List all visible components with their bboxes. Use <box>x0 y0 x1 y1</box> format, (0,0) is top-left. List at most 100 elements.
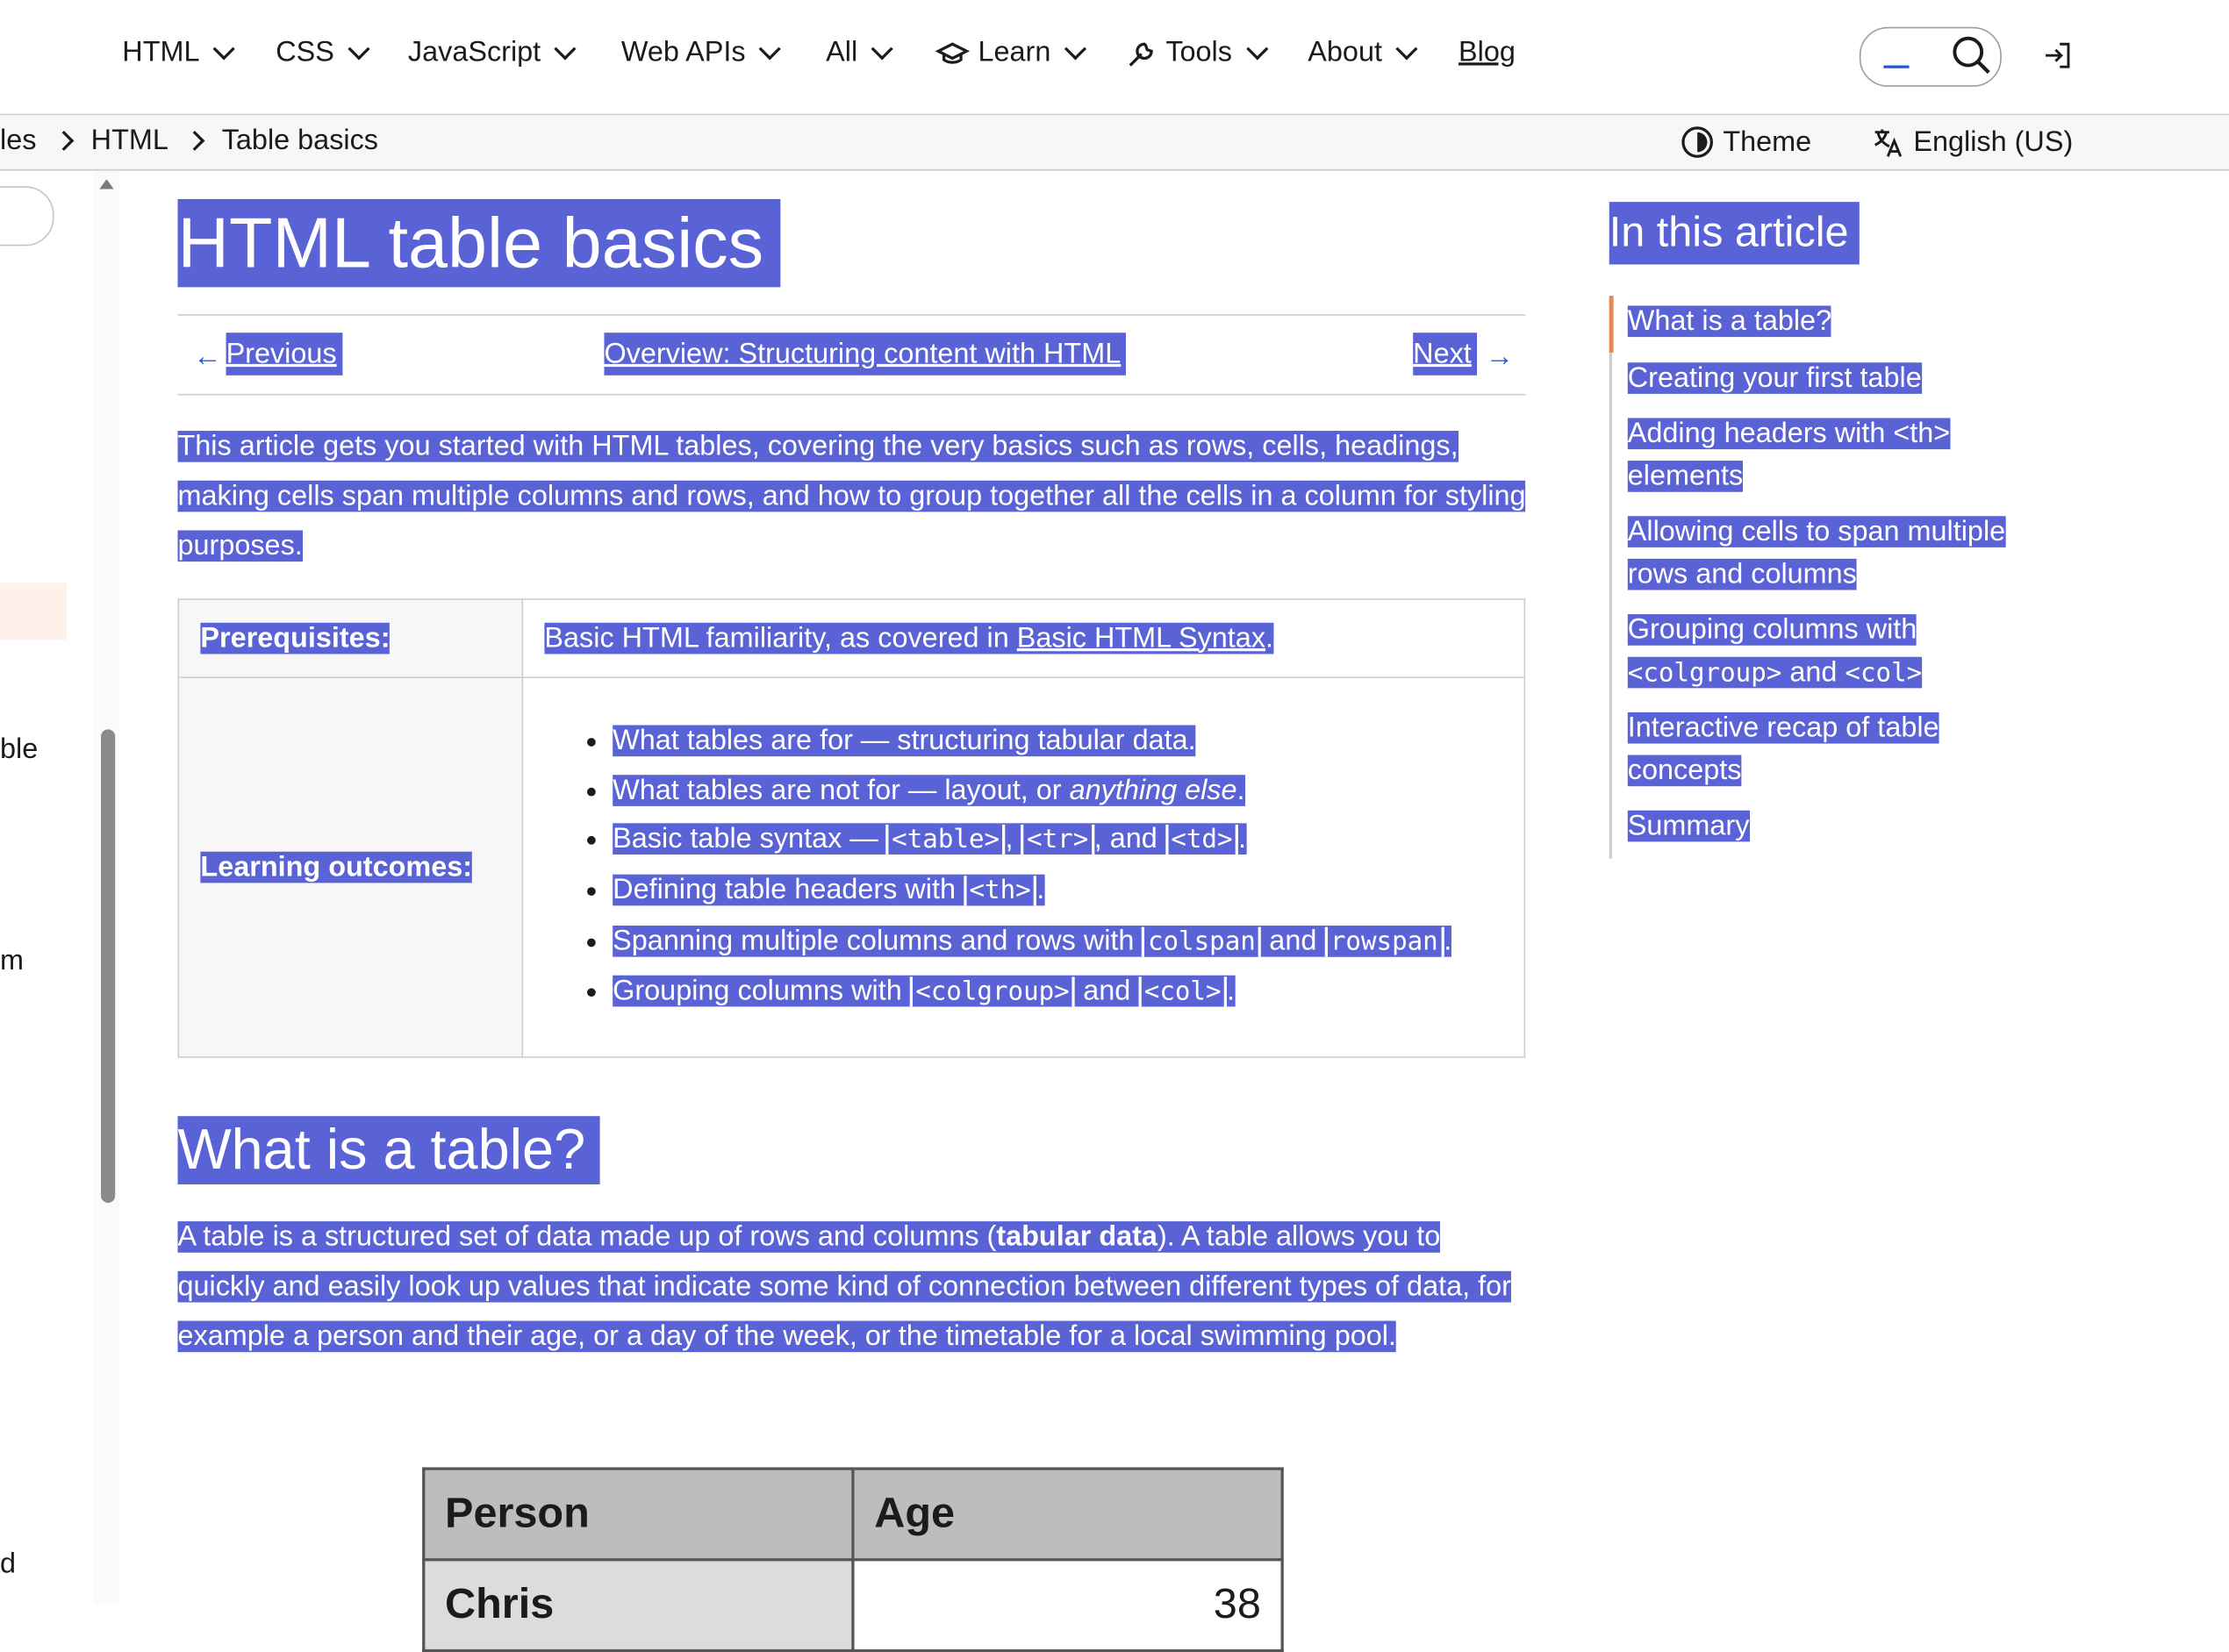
nav-about[interactable]: About <box>1308 37 1418 69</box>
top-navigation: HTML CSS JavaScript Web APIs All Learn T… <box>0 0 2229 116</box>
list-item: Spanning multiple columns and rows with … <box>613 917 1502 968</box>
prerequisites-table: Prerequisites: Basic HTML familiarity, a… <box>177 598 1526 1058</box>
table-cell-age: 38 <box>851 1558 1284 1652</box>
chevron-right-icon <box>54 130 75 151</box>
toc-item[interactable]: Interactive recap of table concepts <box>1627 708 2054 792</box>
toc-code-col[interactable]: <col> <box>1845 658 1922 688</box>
breadcrumb-item-current: Table basics <box>221 125 378 157</box>
code-tr: <tr> <box>1021 825 1094 855</box>
toc-item[interactable]: Adding headers with <th> elements <box>1627 414 2054 498</box>
nav-learn-label: Learn <box>978 37 1051 68</box>
toc-code-colgroup[interactable]: <colgroup> <box>1628 658 1782 688</box>
prerequisites-value-cell: Basic HTML familiarity, as covered in Ba… <box>521 598 1526 679</box>
list-item: What tables are not for — layout, or any… <box>613 766 1502 815</box>
code-col: <col> <box>1138 977 1228 1008</box>
toc-item[interactable]: What is a table? <box>1627 302 2054 344</box>
toc-item[interactable]: Grouping columns with <colgroup> and <co… <box>1627 610 2054 694</box>
toc-item[interactable]: Creating your first table <box>1627 358 2054 400</box>
toc-item[interactable]: Summary <box>1627 806 2054 848</box>
arrow-right-icon: → <box>1485 340 1515 373</box>
outcome-text: . <box>1444 925 1452 957</box>
chevron-down-icon <box>213 38 236 61</box>
page: HTML CSS JavaScript Web APIs All Learn T… <box>0 0 2229 1652</box>
outcome-text: , <box>1005 823 1021 855</box>
nav-javascript-label: JavaScript <box>407 37 541 68</box>
outcome-text: Basic table syntax — <box>613 823 886 855</box>
outcome-text: , and <box>1093 823 1165 855</box>
outcome-text: and <box>1075 976 1139 1008</box>
list-item: What tables are for — structuring tabula… <box>613 717 1502 766</box>
table-row: Chris 38 <box>422 1558 1284 1652</box>
code-colspan: colspan <box>1142 926 1262 957</box>
breadcrumb: les HTML Table basics Theme English (US) <box>0 115 2229 171</box>
nav-javascript[interactable]: JavaScript <box>407 37 577 69</box>
outcomes-label-cell: Learning outcomes: <box>177 676 524 1058</box>
nav-web-apis[interactable]: Web APIs <box>620 37 782 69</box>
overview-link[interactable]: Overview: Structuring content with HTML <box>604 333 1127 375</box>
search-icon[interactable] <box>1951 34 1994 77</box>
toc-item-label[interactable]: Adding headers with <th> elements <box>1627 418 1951 491</box>
chevron-right-icon <box>184 130 205 151</box>
nav-css[interactable]: CSS <box>276 37 370 69</box>
scroll-up-arrow-icon[interactable] <box>99 179 114 190</box>
sidebar-item[interactable]: ble <box>0 733 38 766</box>
what-is-a-table-paragraph: A table is a structured set of data made… <box>177 1212 1528 1361</box>
search-caret <box>1883 65 1910 68</box>
sidebar-filter-input[interactable] <box>0 186 54 247</box>
nav-html[interactable]: HTML <box>122 37 236 69</box>
paragraph-strong: tabular data <box>996 1221 1158 1253</box>
breadcrumb-item-html[interactable]: HTML <box>91 125 168 158</box>
outcome-text: and <box>1261 925 1325 957</box>
sidebar-item[interactable]: m <box>0 946 24 978</box>
language-label: English (US) <box>1913 125 2074 158</box>
login-icon[interactable] <box>2041 39 2073 71</box>
table-header-person: Person <box>422 1467 855 1562</box>
toc-item-label[interactable]: Creating your first table <box>1627 361 1922 394</box>
outcome-text: Spanning multiple columns and rows with <box>613 925 1143 957</box>
breadcrumb-item[interactable]: les <box>0 125 36 158</box>
toc-item[interactable]: Allowing cells to span multiple rows and… <box>1627 511 2054 596</box>
intro-paragraph: This article gets you started with HTML … <box>177 422 1528 570</box>
code-td: <td> <box>1165 825 1239 855</box>
sidebar-active-item[interactable] <box>0 583 68 640</box>
nav-web-apis-label: Web APIs <box>620 37 746 68</box>
next-link[interactable]: Next <box>1413 333 1478 375</box>
nav-tools-label: Tools <box>1165 37 1232 68</box>
chevron-down-icon <box>871 38 894 61</box>
sidebar-item[interactable]: d <box>0 1548 16 1581</box>
outcome-text: . <box>1227 976 1236 1008</box>
theme-icon <box>1681 126 1713 158</box>
toc-item-label[interactable]: Grouping columns with <box>1628 614 1917 646</box>
toc-item-label[interactable]: Interactive recap of table concepts <box>1627 712 1939 786</box>
outcomes-list: What tables are for — structuring tabula… <box>544 717 1502 1019</box>
table-row: Person Age <box>422 1467 1284 1562</box>
outcome-emphasis: anything else <box>1069 774 1237 806</box>
nav-all-label: All <box>826 37 858 68</box>
chevron-down-icon <box>759 38 782 61</box>
prerequisites-label: Prerequisites: <box>200 622 391 654</box>
theme-button[interactable]: Theme <box>1681 125 1811 160</box>
toc-item-label[interactable]: Summary <box>1627 810 1750 842</box>
theme-label: Theme <box>1723 125 1812 158</box>
nav-learn[interactable]: Learn <box>935 37 1087 69</box>
outcome-text: Defining table headers with <box>613 874 964 906</box>
previous-link[interactable]: Previous <box>226 333 343 375</box>
nav-tools[interactable]: Tools <box>1126 37 1268 69</box>
list-item: Defining table headers with <th>. <box>613 866 1502 917</box>
toc-item-label[interactable]: and <box>1781 656 1845 688</box>
intro-text: This article gets you started with HTML … <box>177 431 1526 561</box>
basic-html-syntax-link[interactable]: Basic HTML Syntax <box>1017 622 1265 654</box>
language-button[interactable]: English (US) <box>1871 125 2073 160</box>
prerequisites-label-cell: Prerequisites: <box>177 598 524 679</box>
nav-blog-link[interactable]: Blog <box>1459 37 1516 69</box>
outcome-text: . <box>1036 874 1045 906</box>
toc-border <box>1609 296 1612 859</box>
nav-all[interactable]: All <box>826 37 894 69</box>
translate-icon <box>1874 129 1903 157</box>
table-cell-name: Chris <box>422 1558 855 1652</box>
outcomes-value-cell: What tables are for — structuring tabula… <box>521 676 1526 1058</box>
outcome-text: . <box>1236 774 1245 806</box>
sidebar-scrollbar-thumb[interactable] <box>101 729 116 1204</box>
toc-item-label[interactable]: Allowing cells to span multiple rows and… <box>1627 516 2006 590</box>
toc-item-label[interactable]: What is a table? <box>1627 305 1832 338</box>
